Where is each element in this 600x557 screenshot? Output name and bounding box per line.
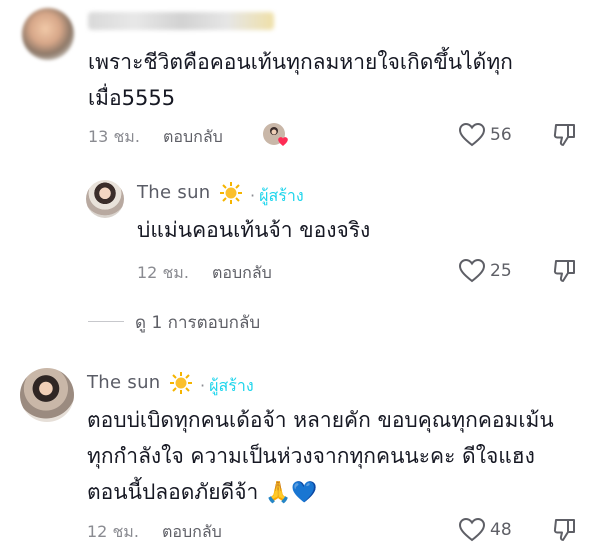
heart-outline-icon[interactable] [458, 122, 486, 148]
comment-text: ตอบบ่เบิดทุกคนเด้อจ้า หลายคัก ขอบคุณทุกค… [87, 408, 554, 504]
thumb-down-icon[interactable] [553, 258, 577, 284]
like-count: 48 [490, 520, 512, 540]
creator-badge: · ผู้สร้าง [200, 376, 254, 395]
creator-badge: · ผู้สร้าง [250, 186, 304, 205]
liked-by-creator-icon [262, 122, 292, 148]
comment-time: 13 ชม. [88, 127, 140, 146]
reply-button[interactable]: ตอบกลับ [162, 520, 222, 545]
comment-time: 12 ชม. [87, 522, 139, 541]
emoji: 🙏💙 [264, 480, 318, 504]
like-count: 56 [490, 125, 512, 145]
username[interactable]: The sun [87, 372, 161, 393]
comment-3: The sun · ผู้สร้าง ตอบบ่เบิดทุกคนเด้อจ้า … [0, 360, 600, 557]
comment-time: 12 ชม. [137, 263, 189, 282]
view-replies-button[interactable]: ดู 1 การตอบกลับ [135, 309, 260, 336]
heart-outline-icon[interactable] [458, 517, 486, 543]
sun-emoji-icon [169, 371, 193, 395]
reply-button[interactable]: ตอบกลับ [212, 261, 272, 286]
reply-button[interactable]: ตอบกลับ [163, 125, 223, 150]
avatar[interactable] [86, 180, 124, 218]
username-blurred[interactable] [88, 12, 274, 30]
thumb-down-icon[interactable] [553, 517, 577, 543]
comment-2: The sun · ผู้สร้าง บ่แม่นคอนเท้นจ้า ของจร… [0, 170, 600, 300]
avatar[interactable] [20, 368, 74, 422]
divider [88, 321, 124, 322]
avatar[interactable] [22, 8, 74, 60]
heart-outline-icon[interactable] [458, 258, 486, 284]
sun-emoji-icon [219, 181, 243, 205]
comment-1: เพราะชีวิตคือคอนเท้นทุกลมหายใจเกิดขึ้นได… [0, 0, 600, 160]
like-count: 25 [490, 261, 512, 281]
view-replies-row[interactable]: ดู 1 การตอบกลับ [0, 305, 600, 335]
thumb-down-icon[interactable] [553, 122, 577, 148]
username[interactable]: The sun [137, 182, 211, 203]
comment-text: บ่แม่นคอนเท้นจ้า ของจริง [137, 218, 371, 242]
comment-text: เพราะชีวิตคือคอนเท้นทุกลมหายใจเกิดขึ้นได… [88, 50, 513, 110]
